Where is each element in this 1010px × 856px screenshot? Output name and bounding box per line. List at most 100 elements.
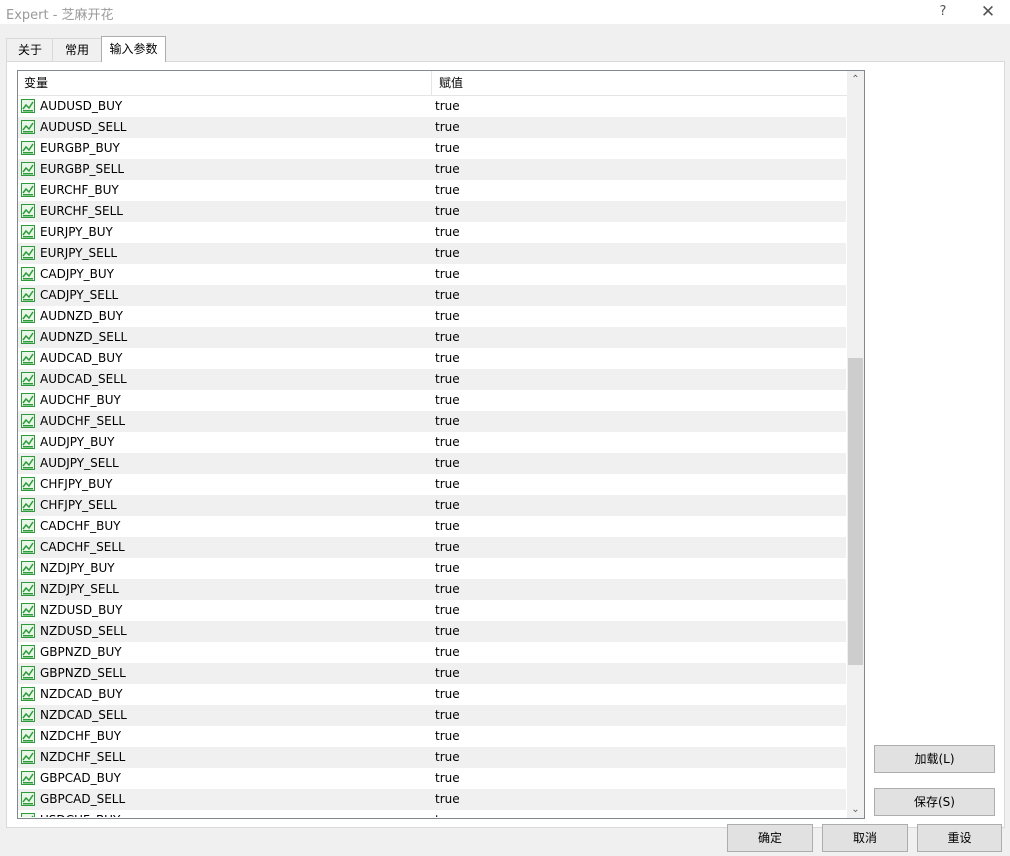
parameter-value[interactable]: true bbox=[435, 222, 460, 243]
table-row[interactable]: EURJPY_SELL true bbox=[18, 243, 846, 264]
parameter-value[interactable]: true bbox=[435, 726, 460, 747]
ok-button[interactable]: 确定 bbox=[727, 824, 813, 852]
table-row[interactable]: NZDUSD_SELL true bbox=[18, 621, 846, 642]
table-row[interactable]: AUDUSD_SELL true bbox=[18, 117, 846, 138]
table-row[interactable]: AUDJPY_SELL true bbox=[18, 453, 846, 474]
table-row[interactable]: GBPCAD_SELL true bbox=[18, 789, 846, 810]
parameters-list[interactable]: 变量 赋值 AUDUSD_BUY true AUDUSD_SELL true EURGB… bbox=[17, 70, 865, 819]
parameter-name: NZDJPY_BUY bbox=[40, 561, 115, 575]
parameter-chart-icon bbox=[21, 540, 35, 554]
parameter-value[interactable]: true bbox=[435, 327, 460, 348]
parameter-value[interactable]: true bbox=[435, 537, 460, 558]
table-row[interactable]: AUDCAD_SELL true bbox=[18, 369, 846, 390]
parameter-value[interactable]: true bbox=[435, 453, 460, 474]
reset-button[interactable]: 重设 bbox=[917, 824, 1002, 852]
close-button[interactable]: ✕ bbox=[973, 0, 1003, 24]
parameter-value[interactable]: true bbox=[435, 243, 460, 264]
column-header-variable[interactable]: 变量 bbox=[18, 71, 432, 95]
parameter-value[interactable]: true bbox=[435, 306, 460, 327]
table-row[interactable]: AUDNZD_SELL true bbox=[18, 327, 846, 348]
table-row[interactable]: AUDCAD_BUY true bbox=[18, 348, 846, 369]
parameter-value[interactable]: true bbox=[435, 264, 460, 285]
parameter-chart-icon bbox=[21, 729, 35, 743]
table-row[interactable]: NZDCHF_BUY true bbox=[18, 726, 846, 747]
vertical-scrollbar[interactable]: ⌃ ⌄ bbox=[847, 71, 864, 818]
save-button[interactable]: 保存(S) bbox=[874, 788, 995, 816]
table-row[interactable]: AUDJPY_BUY true bbox=[18, 432, 846, 453]
parameter-value[interactable]: true bbox=[435, 138, 460, 159]
parameter-value[interactable]: true bbox=[435, 432, 460, 453]
parameter-name: EURGBP_SELL bbox=[40, 162, 125, 176]
table-row[interactable]: GBPCAD_BUY true bbox=[18, 768, 846, 789]
parameter-chart-icon bbox=[21, 498, 35, 512]
parameter-value[interactable]: true bbox=[435, 579, 460, 600]
table-row[interactable]: NZDJPY_SELL true bbox=[18, 579, 846, 600]
table-row[interactable]: EURCHF_SELL true bbox=[18, 201, 846, 222]
parameter-value[interactable]: true bbox=[435, 621, 460, 642]
parameter-value[interactable]: true bbox=[435, 285, 460, 306]
parameter-value[interactable]: true bbox=[435, 390, 460, 411]
column-header-value[interactable]: 赋值 bbox=[433, 71, 847, 95]
parameter-chart-icon bbox=[21, 267, 35, 281]
parameter-value[interactable]: true bbox=[435, 768, 460, 789]
tab-common[interactable]: 常用 bbox=[52, 38, 102, 62]
parameter-chart-icon bbox=[21, 330, 35, 344]
parameter-value[interactable]: true bbox=[435, 474, 460, 495]
table-row[interactable]: NZDCHF_SELL true bbox=[18, 747, 846, 768]
table-row[interactable]: AUDCHF_SELL true bbox=[18, 411, 846, 432]
table-row[interactable]: EURCHF_BUY true bbox=[18, 180, 846, 201]
parameter-value[interactable]: true bbox=[435, 369, 460, 390]
table-row[interactable]: CADCHF_SELL true bbox=[18, 537, 846, 558]
table-row[interactable]: CHFJPY_SELL true bbox=[18, 495, 846, 516]
table-row[interactable]: NZDCAD_SELL true bbox=[18, 705, 846, 726]
table-row[interactable]: NZDCAD_BUY true bbox=[18, 684, 846, 705]
table-row[interactable]: AUDUSD_BUY true bbox=[18, 96, 846, 117]
table-row[interactable]: AUDNZD_BUY true bbox=[18, 306, 846, 327]
scroll-up-icon[interactable]: ⌃ bbox=[847, 71, 864, 88]
table-row[interactable]: EURJPY_BUY true bbox=[18, 222, 846, 243]
parameter-value[interactable]: true bbox=[435, 96, 460, 117]
table-row[interactable]: NZDJPY_BUY true bbox=[18, 558, 846, 579]
title-bar: Expert - 芝麻开花 ? ✕ bbox=[0, 0, 1010, 24]
parameter-chart-icon bbox=[21, 141, 35, 155]
scroll-thumb[interactable] bbox=[848, 358, 863, 665]
cancel-button[interactable]: 取消 bbox=[822, 824, 908, 852]
parameter-value[interactable]: true bbox=[435, 789, 460, 810]
parameter-value[interactable]: true bbox=[435, 747, 460, 768]
table-row[interactable]: CADJPY_BUY true bbox=[18, 264, 846, 285]
table-row[interactable]: CHFJPY_BUY true bbox=[18, 474, 846, 495]
parameter-value[interactable]: true bbox=[435, 201, 460, 222]
tab-inputs[interactable]: 输入参数 bbox=[101, 36, 166, 62]
parameter-name: CADCHF_SELL bbox=[40, 540, 125, 554]
parameter-value[interactable]: true bbox=[435, 663, 460, 684]
parameter-chart-icon bbox=[21, 162, 35, 176]
parameter-value[interactable]: true bbox=[435, 810, 460, 817]
tab-about[interactable]: 关于 bbox=[6, 38, 54, 62]
table-row[interactable]: AUDCHF_BUY true bbox=[18, 390, 846, 411]
table-row[interactable]: NZDUSD_BUY true bbox=[18, 600, 846, 621]
table-row[interactable]: GBPNZD_BUY true bbox=[18, 642, 846, 663]
parameter-value[interactable]: true bbox=[435, 705, 460, 726]
table-row[interactable]: GBPNZD_SELL true bbox=[18, 663, 846, 684]
table-row[interactable]: CADJPY_SELL true bbox=[18, 285, 846, 306]
table-row[interactable]: USDCHF_BUY true bbox=[18, 810, 846, 817]
parameter-value[interactable]: true bbox=[435, 684, 460, 705]
parameter-value[interactable]: true bbox=[435, 159, 460, 180]
parameter-name: AUDUSD_SELL bbox=[40, 120, 127, 134]
parameter-value[interactable]: true bbox=[435, 348, 460, 369]
table-row[interactable]: EURGBP_BUY true bbox=[18, 138, 846, 159]
parameter-value[interactable]: true bbox=[435, 180, 460, 201]
scroll-down-icon[interactable]: ⌄ bbox=[847, 801, 864, 818]
parameter-name: AUDCAD_SELL bbox=[40, 372, 127, 386]
parameter-value[interactable]: true bbox=[435, 117, 460, 138]
load-button[interactable]: 加载(L) bbox=[874, 745, 995, 773]
parameter-value[interactable]: true bbox=[435, 516, 460, 537]
parameter-value[interactable]: true bbox=[435, 411, 460, 432]
parameter-value[interactable]: true bbox=[435, 642, 460, 663]
parameter-value[interactable]: true bbox=[435, 600, 460, 621]
table-row[interactable]: EURGBP_SELL true bbox=[18, 159, 846, 180]
parameter-value[interactable]: true bbox=[435, 495, 460, 516]
table-row[interactable]: CADCHF_BUY true bbox=[18, 516, 846, 537]
parameter-value[interactable]: true bbox=[435, 558, 460, 579]
help-button[interactable]: ? bbox=[928, 0, 958, 24]
